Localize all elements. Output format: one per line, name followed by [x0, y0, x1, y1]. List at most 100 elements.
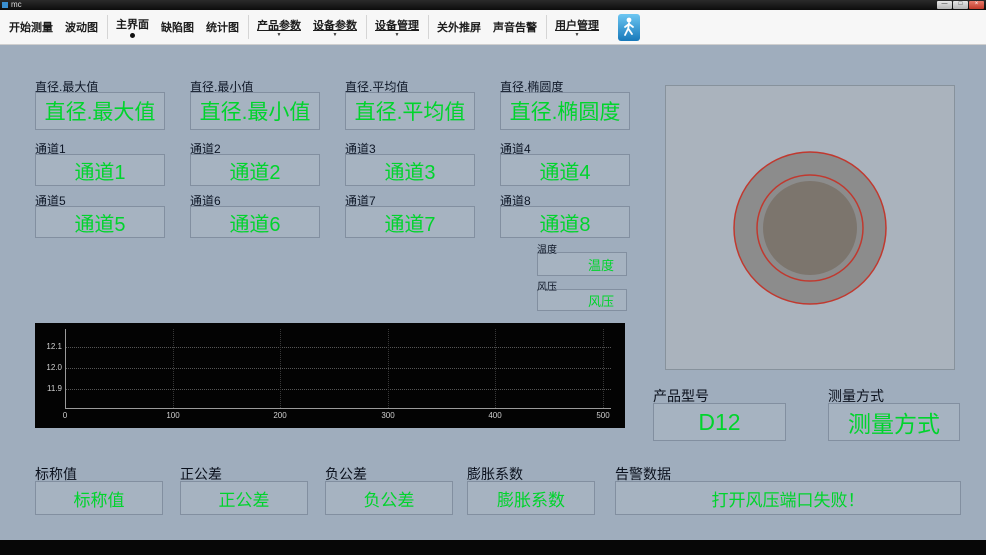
- field-measure-method-label: 测量方式: [828, 388, 884, 404]
- field-channel-2: 通道2 通道2: [190, 140, 320, 186]
- toolbar-user-management-label: 用户管理: [555, 19, 599, 32]
- field-alarm-data-value: 打开风压端口失败！: [711, 490, 865, 510]
- field-expansion-coefficient-value: 膨胀系数: [497, 490, 565, 510]
- toolbar-device-params-menu[interactable]: 设备参数 ▼: [310, 12, 360, 43]
- field-alarm-data-label: 告警数据: [615, 466, 671, 482]
- field-channel-3: 通道3 通道3: [345, 140, 475, 186]
- gridline-horizontal: [66, 389, 611, 390]
- field-channel-7: 通道7 通道7: [345, 192, 475, 238]
- field-diameter-min-box: 直径.最小值: [190, 92, 320, 130]
- toolbar-defect-chart[interactable]: 缺陷图: [158, 12, 197, 43]
- field-positive-tolerance-value: 正公差: [218, 490, 270, 510]
- toolbar-external-screen-label: 关外推屏: [437, 22, 481, 34]
- field-channel-2-value: 通道2: [229, 161, 281, 184]
- field-channel-8: 通道8 通道8: [500, 192, 630, 238]
- toolbar-separator: [428, 15, 429, 39]
- field-channel-2-label: 通道2: [190, 142, 221, 156]
- field-channel-5-label: 通道5: [35, 194, 66, 208]
- toolbar-main-view[interactable]: 主界面: [113, 12, 152, 43]
- field-channel-8-value: 通道8: [539, 213, 591, 236]
- field-channel-5: 通道5 通道5: [35, 192, 165, 238]
- field-channel-1-box: 通道1: [35, 154, 165, 186]
- minimize-button[interactable]: —: [937, 1, 952, 9]
- toolbar-user-management-menu[interactable]: 用户管理 ▼: [552, 12, 602, 43]
- field-positive-tolerance-label: 正公差: [180, 466, 222, 482]
- y-tick: 11.9: [47, 384, 62, 393]
- field-channel-7-box: 通道7: [345, 206, 475, 238]
- field-channel-4-box: 通道4: [500, 154, 630, 186]
- toolbar-start-measurement[interactable]: 开始测量: [6, 12, 56, 43]
- window-controls: — □ ×: [937, 1, 984, 9]
- toolbar-statistics-chart[interactable]: 统计图: [203, 12, 242, 43]
- x-tick: 400: [488, 411, 502, 420]
- y-tick: 12.1: [46, 342, 62, 351]
- field-channel-1-value: 通道1: [74, 161, 126, 184]
- field-channel-3-box: 通道3: [345, 154, 475, 186]
- toolbar-sound-alarm[interactable]: 声音告警: [490, 12, 540, 43]
- toolbar-device-management-menu[interactable]: 设备管理 ▼: [372, 12, 422, 43]
- field-channel-7-value: 通道7: [384, 213, 436, 236]
- x-tick: 300: [381, 411, 395, 420]
- gridline-horizontal: [66, 347, 611, 348]
- field-channel-6-box: 通道6: [190, 206, 320, 238]
- active-view-indicator: [130, 33, 135, 38]
- toolbar-product-params-label: 产品参数: [257, 19, 301, 32]
- gridline-vertical: [173, 329, 174, 408]
- field-temperature: 温度 温度: [537, 241, 627, 276]
- field-pressure: 风压 风压: [537, 278, 627, 311]
- gridline-vertical: [603, 329, 604, 408]
- toolbar-product-params-menu[interactable]: 产品参数 ▼: [254, 12, 304, 43]
- field-nominal-value-box: 标称值: [35, 481, 163, 515]
- field-product-model-label: 产品型号: [653, 388, 709, 404]
- field-channel-5-value: 通道5: [74, 213, 126, 236]
- bottom-bar: [0, 540, 986, 555]
- field-nominal-value: 标称值 标称值: [35, 464, 163, 515]
- user-walking-icon[interactable]: [618, 13, 640, 41]
- toolbar-external-screen[interactable]: 关外推屏: [434, 12, 484, 43]
- toolbar-statistics-chart-label: 统计图: [206, 22, 239, 34]
- field-channel-1-label: 通道1: [35, 142, 66, 156]
- field-expansion-coefficient-label: 膨胀系数: [467, 466, 523, 482]
- inner-circle: [763, 181, 857, 275]
- field-channel-6: 通道6 通道6: [190, 192, 320, 238]
- field-channel-4: 通道4 通道4: [500, 140, 630, 186]
- field-diameter-min: 直径.最小值 直径.最小值: [190, 78, 320, 130]
- field-channel-8-box: 通道8: [500, 206, 630, 238]
- cross-section-view: [733, 151, 887, 305]
- field-temperature-value: 温度: [587, 257, 614, 273]
- field-channel-8-label: 通道8: [500, 194, 531, 208]
- field-channel-4-value: 通道4: [539, 161, 591, 184]
- field-diameter-max: 直径.最大值 直径.最大值: [35, 78, 165, 130]
- dropdown-arrow-icon: ▼: [394, 31, 400, 38]
- x-tick: 500: [596, 411, 610, 420]
- field-positive-tolerance: 正公差 正公差: [180, 464, 308, 515]
- field-diameter-min-value: 直径.最小值: [199, 101, 311, 124]
- toolbar-start-measurement-label: 开始测量: [9, 22, 53, 34]
- field-temperature-label: 温度: [537, 245, 557, 256]
- toolbar-separator: [546, 15, 547, 39]
- app-icon: [2, 2, 8, 8]
- field-pressure-value: 风压: [587, 293, 614, 309]
- field-negative-tolerance-value: 负公差: [363, 490, 415, 510]
- field-expansion-coefficient: 膨胀系数 膨胀系数: [467, 464, 595, 515]
- field-ovality-label: 直径.椭圆度: [500, 80, 564, 94]
- field-channel-2-box: 通道2: [190, 154, 320, 186]
- toolbar-wave-chart[interactable]: 波动图: [62, 12, 101, 43]
- maximize-button[interactable]: □: [953, 1, 968, 9]
- close-button[interactable]: ×: [969, 1, 984, 9]
- field-pressure-label: 风压: [537, 282, 557, 293]
- field-negative-tolerance-label: 负公差: [325, 466, 367, 482]
- field-channel-3-value: 通道3: [384, 161, 436, 184]
- cross-section-panel: [665, 85, 955, 370]
- field-product-model: 产品型号 D12: [653, 386, 786, 441]
- trend-chart: 12.1 12.0 11.9 0 100 200 300 400 500: [35, 323, 625, 428]
- dropdown-arrow-icon: ▼: [574, 31, 580, 38]
- field-channel-1: 通道1 通道1: [35, 140, 165, 186]
- gridline-vertical: [495, 329, 496, 408]
- field-negative-tolerance-box: 负公差: [325, 481, 453, 515]
- field-channel-7-label: 通道7: [345, 194, 376, 208]
- field-diameter-avg-value: 直径.平均值: [354, 101, 466, 124]
- field-measure-method-value: 测量方式: [848, 411, 940, 437]
- field-product-model-value: D12: [698, 408, 741, 435]
- x-tick: 200: [273, 411, 287, 420]
